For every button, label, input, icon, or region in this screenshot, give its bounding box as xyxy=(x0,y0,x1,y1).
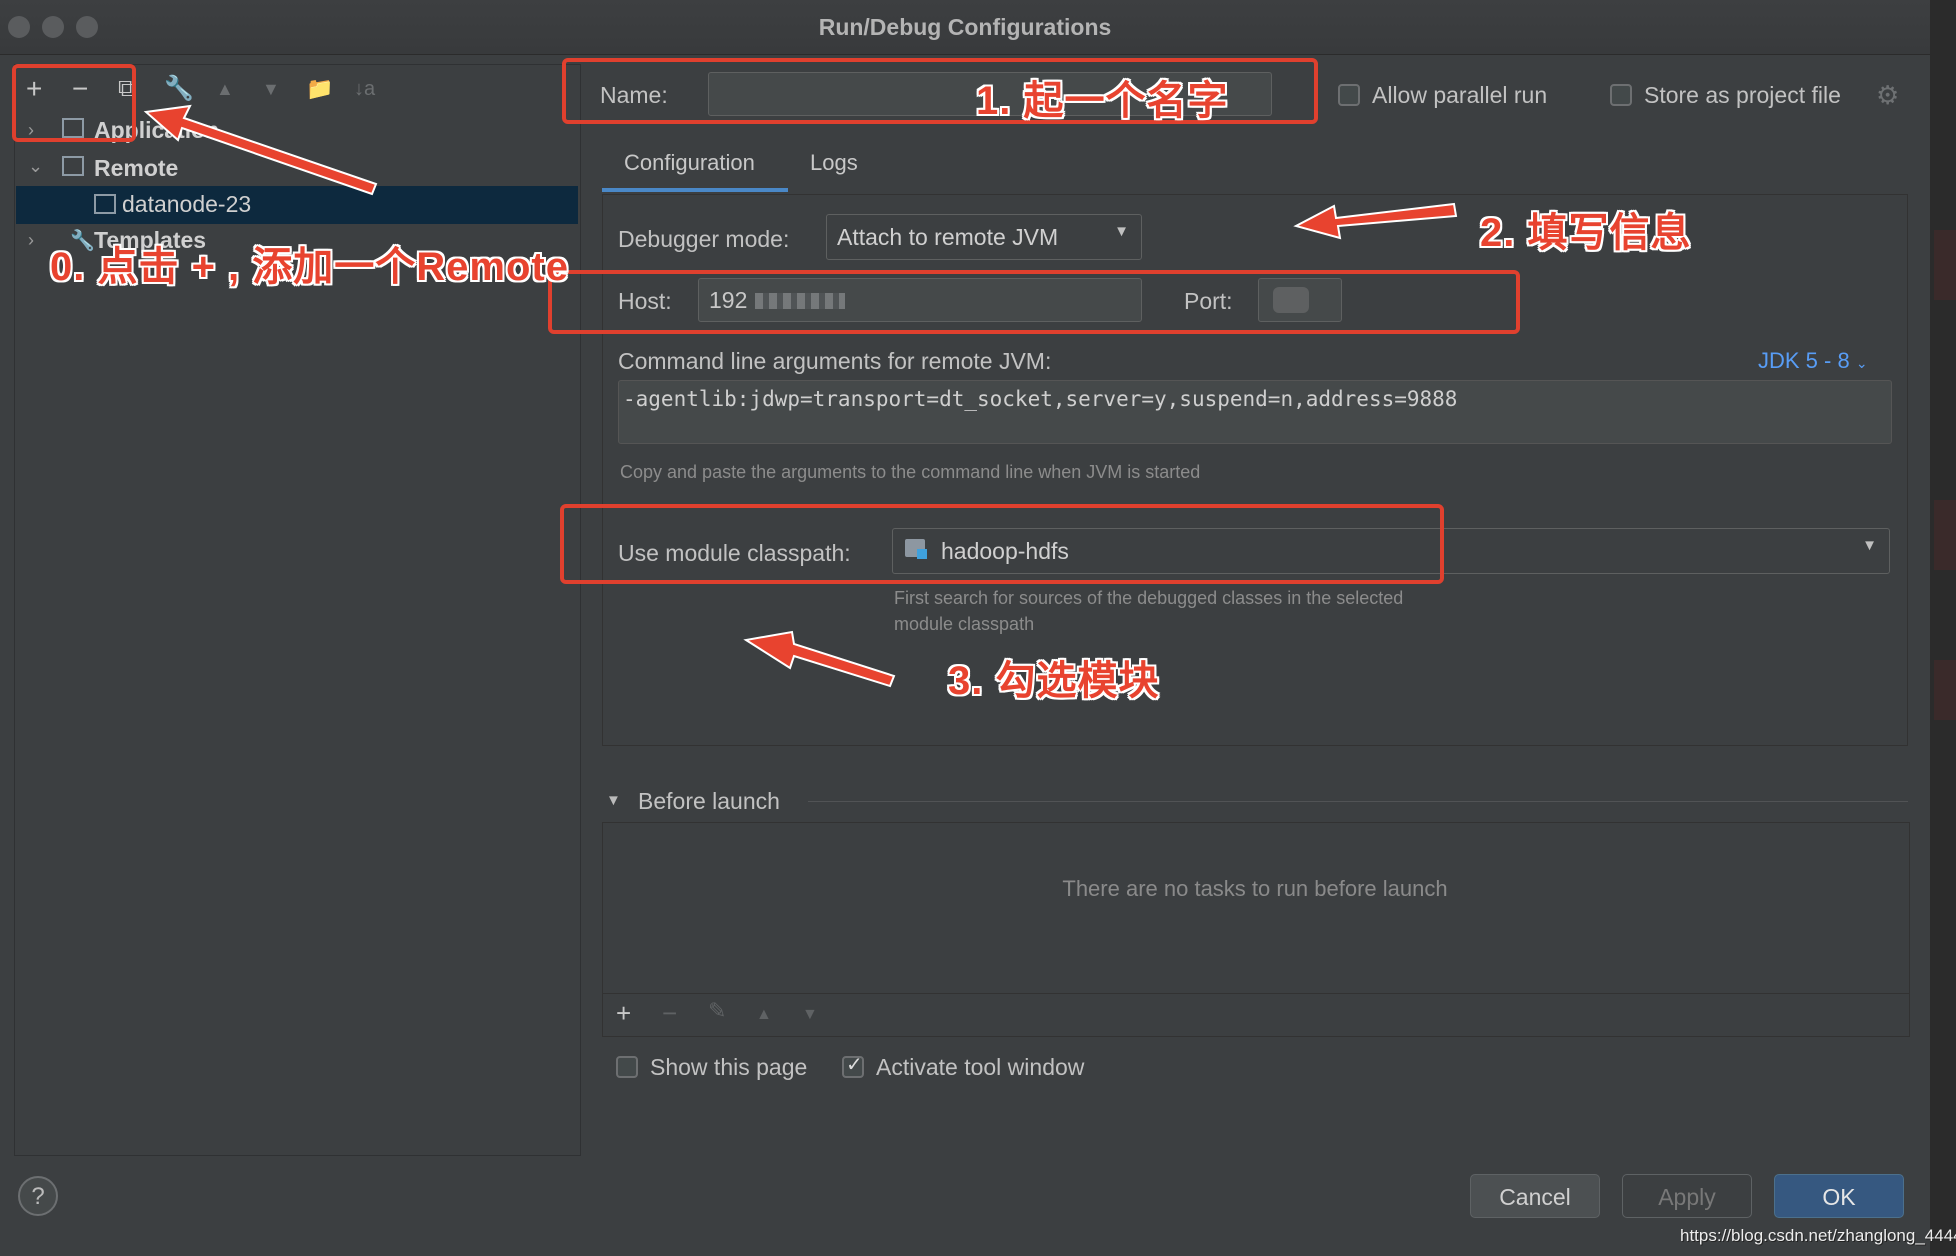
annotation-step1: 1. 起一个名字 xyxy=(976,79,1229,123)
annotation-arrow-step2 xyxy=(1293,202,1458,240)
annotation-step2: 2. 填写信息 xyxy=(1480,211,1692,255)
annotation-step3: 3. 勾选模块 xyxy=(948,659,1160,703)
annotation-step0: 0. 点击 + , 添加一个Remote xyxy=(50,245,569,289)
annotation-arrow-step3 xyxy=(743,630,896,688)
annotation-arrow-step0 xyxy=(143,104,378,196)
annotation-arrows xyxy=(143,104,1458,688)
watermark-text: https://blog.csdn.net/zhanglong_4444 xyxy=(1680,1226,1956,1245)
